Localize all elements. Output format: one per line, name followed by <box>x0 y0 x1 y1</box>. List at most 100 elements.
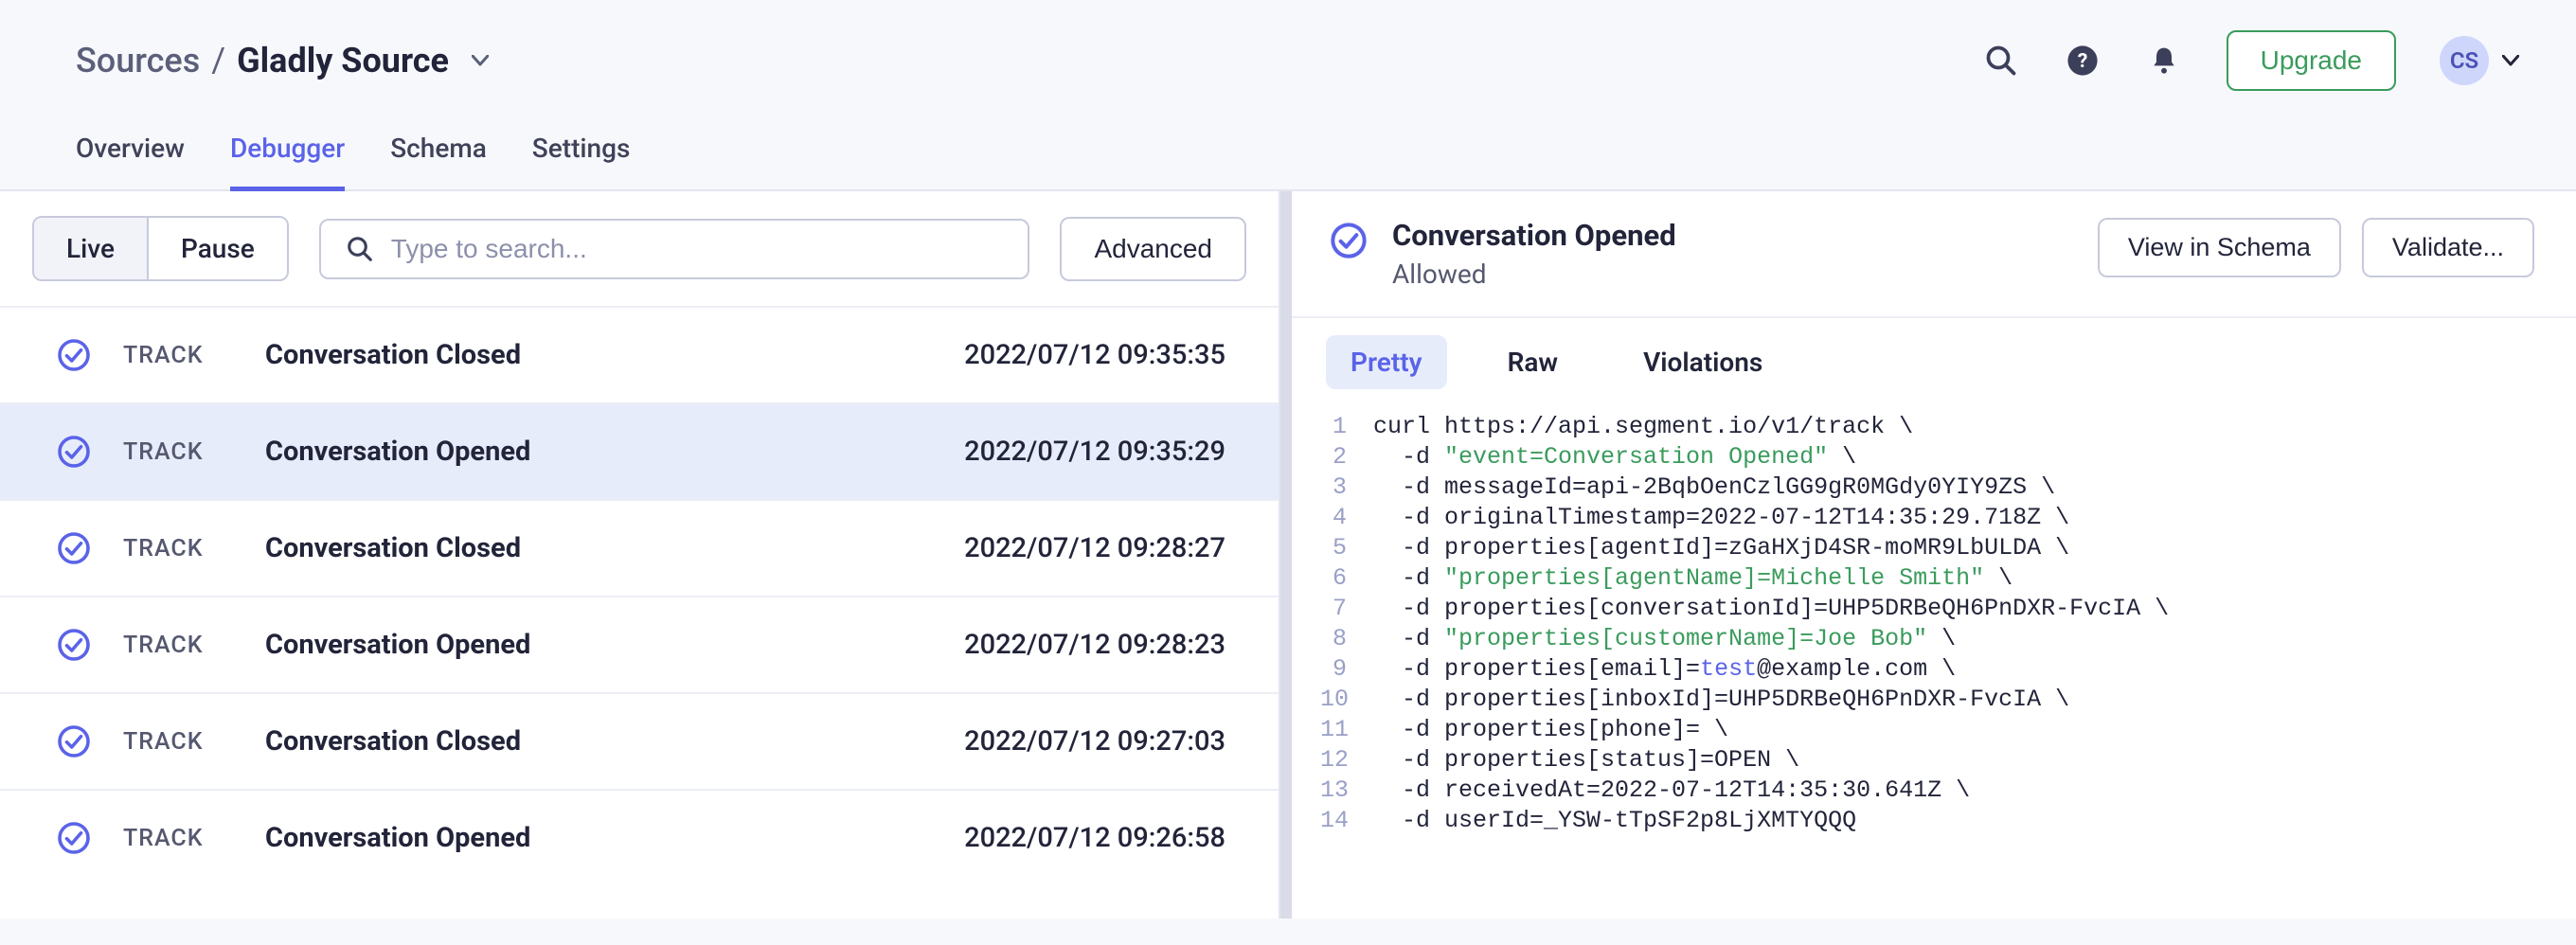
code-text: -d properties[agentId]=zGaHXjD4SR-moMR9L… <box>1373 533 2069 563</box>
code-text: -d receivedAt=2022-07-12T14:35:30.641Z \ <box>1373 776 1970 806</box>
code-viewer: 1curl https://api.segment.io/v1/track \2… <box>1292 406 2576 836</box>
code-text: -d properties[conversationId]=UHP5DRBeQH… <box>1373 594 2169 624</box>
code-line: 2 -d "event=Conversation Opened" \ <box>1320 442 2542 472</box>
event-type: TRACK <box>123 342 265 369</box>
pause-button[interactable]: Pause <box>147 218 287 279</box>
bell-icon[interactable] <box>2145 42 2183 80</box>
tab-schema[interactable]: Schema <box>390 133 487 191</box>
event-row[interactable]: TRACKConversation Opened2022/07/12 09:28… <box>0 596 1279 692</box>
code-line: 14 -d userId=_YSW-tTpSF2p8LjXMTYQQQ <box>1320 806 2542 836</box>
search-icon <box>346 235 374 263</box>
line-number: 2 <box>1320 442 1373 472</box>
view-schema-button[interactable]: View in Schema <box>2098 218 2341 277</box>
line-number: 6 <box>1320 563 1373 594</box>
help-icon[interactable]: ? <box>2064 42 2102 80</box>
upgrade-button[interactable]: Upgrade <box>2227 30 2396 91</box>
event-type: TRACK <box>123 632 265 659</box>
advanced-button[interactable]: Advanced <box>1060 217 1246 281</box>
code-text: -d properties[inboxId]=UHP5DRBeQH6PnDXR-… <box>1373 685 2069 715</box>
code-line: 1curl https://api.segment.io/v1/track \ <box>1320 412 2542 442</box>
subtab-violations[interactable]: Violations <box>1619 335 1787 389</box>
detail-status: Allowed <box>1392 259 1676 290</box>
event-type: TRACK <box>123 438 265 466</box>
breadcrumb-separator: / <box>211 41 225 80</box>
event-time: 2022/07/12 09:35:29 <box>964 436 1225 468</box>
event-name: Conversation Closed <box>265 339 964 371</box>
code-text: -d properties[phone]= \ <box>1373 715 1728 745</box>
tab-overview[interactable]: Overview <box>76 133 185 191</box>
code-line: 8 -d "properties[customerName]=Joe Bob" … <box>1320 624 2542 654</box>
tab-settings[interactable]: Settings <box>532 133 631 191</box>
search-input[interactable] <box>391 234 1004 264</box>
event-row[interactable]: TRACKConversation Closed2022/07/12 09:27… <box>0 692 1279 789</box>
line-number: 10 <box>1320 685 1373 715</box>
line-number: 8 <box>1320 624 1373 654</box>
code-text: -d userId=_YSW-tTpSF2p8LjXMTYQQQ <box>1373 806 1856 836</box>
code-text: -d "properties[customerName]=Joe Bob" \ <box>1373 624 1956 654</box>
check-circle-icon <box>57 628 91 662</box>
event-name: Conversation Closed <box>265 725 964 758</box>
search-icon[interactable] <box>1982 42 2020 80</box>
live-pause-toggle: Live Pause <box>32 216 289 281</box>
user-menu[interactable]: CS <box>2440 36 2519 85</box>
event-name: Conversation Opened <box>265 436 964 468</box>
check-circle-icon <box>57 821 91 855</box>
event-row[interactable]: TRACKConversation Opened2022/07/12 09:35… <box>0 402 1279 499</box>
event-type: TRACK <box>123 825 265 852</box>
line-number: 9 <box>1320 654 1373 685</box>
live-button[interactable]: Live <box>34 218 147 279</box>
check-circle-icon <box>1330 222 1368 259</box>
svg-text:?: ? <box>2077 49 2087 73</box>
event-type: TRACK <box>123 535 265 562</box>
avatar: CS <box>2440 36 2489 85</box>
event-name: Conversation Opened <box>265 822 964 854</box>
event-row[interactable]: TRACKConversation Opened2022/07/12 09:26… <box>0 789 1279 885</box>
event-row[interactable]: TRACKConversation Closed2022/07/12 09:28… <box>0 499 1279 596</box>
line-number: 12 <box>1320 745 1373 776</box>
code-line: 9 -d properties[email]=test@example.com … <box>1320 654 2542 685</box>
check-circle-icon <box>57 531 91 565</box>
code-line: 11 -d properties[phone]= \ <box>1320 715 2542 745</box>
subtab-raw[interactable]: Raw <box>1483 335 1583 389</box>
event-row[interactable]: TRACKConversation Closed2022/07/12 09:35… <box>0 306 1279 402</box>
pane-splitter[interactable] <box>1280 191 1292 918</box>
subtab-pretty[interactable]: Pretty <box>1326 335 1447 389</box>
line-number: 1 <box>1320 412 1373 442</box>
detail-subtabs: Pretty Raw Violations <box>1292 318 2576 406</box>
check-circle-icon <box>57 338 91 372</box>
code-text: -d "properties[agentName]=Michelle Smith… <box>1373 563 2012 594</box>
code-text: -d messageId=api-2BqbOenCzlGG9gR0MGdy0YI… <box>1373 472 2055 503</box>
event-time: 2022/07/12 09:27:03 <box>964 725 1225 758</box>
code-line: 4 -d originalTimestamp=2022-07-12T14:35:… <box>1320 503 2542 533</box>
chevron-down-icon[interactable] <box>472 55 489 66</box>
validate-button[interactable]: Validate... <box>2362 218 2534 277</box>
code-line: 10 -d properties[inboxId]=UHP5DRBeQH6PnD… <box>1320 685 2542 715</box>
breadcrumb-current: Gladly Source <box>237 41 449 80</box>
chevron-down-icon <box>2502 55 2519 66</box>
code-text: -d originalTimestamp=2022-07-12T14:35:29… <box>1373 503 2069 533</box>
line-number: 4 <box>1320 503 1373 533</box>
breadcrumb-root[interactable]: Sources <box>76 41 200 80</box>
code-line: 7 -d properties[conversationId]=UHP5DRBe… <box>1320 594 2542 624</box>
line-number: 7 <box>1320 594 1373 624</box>
code-text: -d properties[status]=OPEN \ <box>1373 745 1799 776</box>
event-type: TRACK <box>123 728 265 756</box>
check-circle-icon <box>57 435 91 469</box>
code-line: 6 -d "properties[agentName]=Michelle Smi… <box>1320 563 2542 594</box>
line-number: 14 <box>1320 806 1373 836</box>
event-time: 2022/07/12 09:28:27 <box>964 532 1225 564</box>
check-circle-icon <box>57 724 91 758</box>
line-number: 5 <box>1320 533 1373 563</box>
event-time: 2022/07/12 09:28:23 <box>964 629 1225 661</box>
line-number: 11 <box>1320 715 1373 745</box>
code-line: 5 -d properties[agentId]=zGaHXjD4SR-moMR… <box>1320 533 2542 563</box>
tab-debugger[interactable]: Debugger <box>230 133 345 191</box>
search-field-wrap[interactable] <box>319 219 1030 279</box>
code-text: -d "event=Conversation Opened" \ <box>1373 442 1856 472</box>
event-list: TRACKConversation Closed2022/07/12 09:35… <box>0 306 1279 918</box>
event-name: Conversation Opened <box>265 629 964 661</box>
breadcrumb: Sources / Gladly Source <box>76 41 489 80</box>
code-line: 12 -d properties[status]=OPEN \ <box>1320 745 2542 776</box>
code-line: 3 -d messageId=api-2BqbOenCzlGG9gR0MGdy0… <box>1320 472 2542 503</box>
event-time: 2022/07/12 09:26:58 <box>964 822 1225 854</box>
